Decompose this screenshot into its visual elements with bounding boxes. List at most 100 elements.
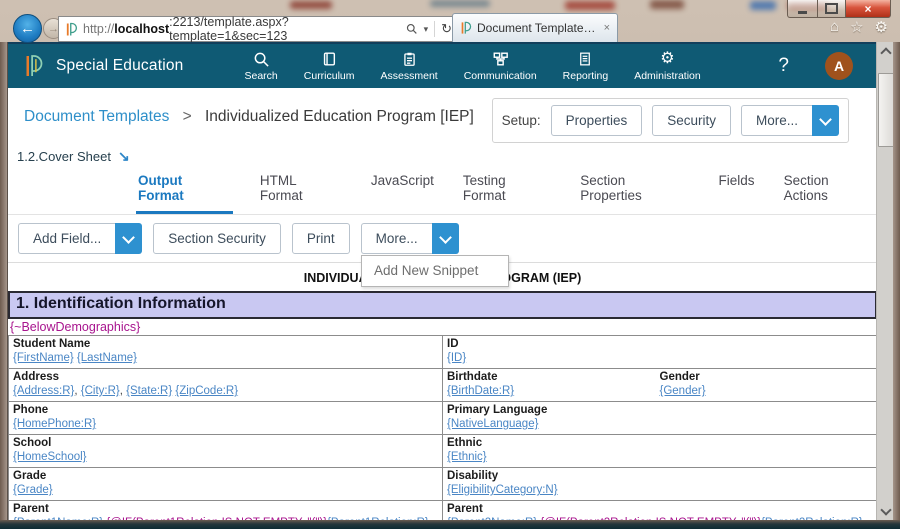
toolbar-more-button[interactable]: More... <box>361 223 459 254</box>
tab-title: Document Template Setup ... <box>477 21 599 35</box>
nav-item-assessment[interactable]: Assessment <box>372 49 447 84</box>
table-cell: Parent{Parent1Name:R} {@IF(Parent1Relati… <box>9 501 443 520</box>
tab-html-format[interactable]: HTML Format <box>258 166 344 214</box>
template-field-group: Student Name{FirstName} {LastName} <box>13 337 438 365</box>
back-button[interactable]: ← <box>13 14 42 43</box>
setup-more-label: More... <box>741 105 812 136</box>
field-link[interactable]: {NativeLanguage} <box>447 418 538 430</box>
field-link[interactable]: {FirstName} <box>13 352 74 364</box>
breadcrumb-link[interactable]: Document Templates <box>24 108 169 125</box>
address-bar[interactable]: http://localhost:2213/template.aspx?temp… <box>58 16 460 42</box>
table-row: Grade{Grade}Disability{EligibilityCatego… <box>9 468 877 501</box>
home-icon[interactable]: ⌂ <box>830 18 839 36</box>
field-link[interactable]: {BirthDate:R} <box>447 385 514 397</box>
section-name[interactable]: 1.2.Cover Sheet <box>17 149 111 164</box>
scrollbar-thumb[interactable] <box>878 73 894 147</box>
search-icon[interactable] <box>406 23 418 35</box>
breadcrumb-row: Document Templates > Individualized Educ… <box>8 88 877 143</box>
nav-item-reporting[interactable]: Reporting <box>554 49 618 84</box>
table-cell: Student Name{FirstName} {LastName} <box>9 336 443 369</box>
nav-item-curriculum[interactable]: Curriculum <box>295 49 364 84</box>
tab-javascript[interactable]: JavaScript <box>369 166 436 214</box>
cell-value: {FirstName} {LastName} <box>13 351 438 365</box>
snippet-tag[interactable]: {~BelowDemographics} <box>8 319 877 335</box>
nav-item-communication[interactable]: Communication <box>455 49 546 84</box>
tab-output-format[interactable]: Output Format <box>136 166 233 214</box>
table-cell: Disability{EligibilityCategory:N} <box>443 468 877 501</box>
template-field-group: ID{ID} <box>447 337 872 365</box>
field-link[interactable]: {City:R} <box>81 385 120 397</box>
clipboard-icon <box>402 51 417 68</box>
search-icon <box>253 51 270 68</box>
section-security-button[interactable]: Section Security <box>153 223 281 254</box>
expand-arrow-icon[interactable]: ↘ <box>118 148 130 165</box>
cell-label: Parent <box>13 502 438 516</box>
nav-item-administration[interactable]: ⚙Administration <box>625 49 710 84</box>
scroll-down-button[interactable] <box>877 503 894 520</box>
favorites-star-icon[interactable]: ☆ <box>850 18 863 36</box>
setup-more-button[interactable]: More... <box>741 105 839 136</box>
report-icon <box>578 51 592 68</box>
refresh-icon[interactable]: ↻ <box>441 21 452 37</box>
field-link[interactable]: {ID} <box>447 352 466 364</box>
field-link[interactable]: {LastName} <box>77 352 137 364</box>
tab-section-actions[interactable]: Section Actions <box>782 166 877 214</box>
chevron-down-icon[interactable] <box>812 105 839 136</box>
tab-section-properties[interactable]: Section Properties <box>578 166 691 214</box>
field-link[interactable]: {Grade} <box>13 484 53 496</box>
avatar[interactable]: A <box>825 52 853 80</box>
section-header: 1. Identification Information <box>8 291 877 319</box>
help-icon[interactable]: ? <box>778 55 789 77</box>
site-favicon <box>65 22 78 37</box>
section-selector: 1.2.Cover Sheet ↘ <box>8 143 877 165</box>
field-link[interactable]: {HomeSchool} <box>13 451 87 463</box>
tab-testing-format[interactable]: Testing Format <box>461 166 553 214</box>
search-options-caret-icon[interactable]: ▾ <box>424 24 429 35</box>
cell-value: {BirthDate:R} <box>447 384 660 398</box>
properties-button[interactable]: Properties <box>551 105 643 136</box>
cell-columns: Birthdate{BirthDate:R}Gender{Gender} <box>447 370 872 398</box>
field-link[interactable]: {EligibilityCategory:N} <box>447 484 558 496</box>
settings-gear-icon[interactable]: ⚙ <box>875 18 888 36</box>
tab-fields[interactable]: Fields <box>717 166 757 214</box>
template-field-group: Ethnic{Ethnic} <box>447 436 872 464</box>
table-row: Address{Address:R}, {City:R}, {State:R} … <box>9 369 877 402</box>
nav-item-search[interactable]: Search <box>235 49 286 84</box>
browser-action-icons: ⌂ ☆ ⚙ <box>830 18 888 36</box>
toolbar-more-label: More... <box>361 223 432 254</box>
template-field-group: Birthdate{BirthDate:R} <box>447 370 660 398</box>
field-link[interactable]: {Gender} <box>660 385 706 397</box>
tab-close-icon[interactable]: × <box>604 22 610 34</box>
add-field-button[interactable]: Add Field... <box>18 223 142 254</box>
field-link[interactable]: {State:R} <box>126 385 172 397</box>
setup-label: Setup: <box>502 113 541 128</box>
table-row: Parent{Parent1Name:R} {@IF(Parent1Relati… <box>9 501 877 520</box>
field-link[interactable]: {Ethnic} <box>447 451 487 463</box>
maximize-button[interactable] <box>818 0 846 18</box>
nav-item-label: Search <box>244 70 277 82</box>
field-link[interactable]: {ZipCode:R} <box>175 385 238 397</box>
template-field-group: School{HomeSchool} <box>13 436 438 464</box>
table-cell: Address{Address:R}, {City:R}, {State:R} … <box>9 369 443 402</box>
print-button[interactable]: Print <box>292 223 350 254</box>
chevron-down-icon[interactable] <box>432 223 459 254</box>
page-content: Special Education SearchCurriculumAssess… <box>8 42 877 520</box>
cell-label: Birthdate <box>447 370 660 384</box>
browser-tab[interactable]: Document Template Setup ... × <box>452 13 618 42</box>
cell-value: {NativeLanguage} <box>447 417 872 431</box>
minimize-icon <box>798 11 807 14</box>
cell-value: {Grade} <box>13 483 438 497</box>
security-button[interactable]: Security <box>652 105 731 136</box>
url-path: :2213/template.aspx?template=1&sec=123 <box>169 15 403 43</box>
table-cell: School{HomeSchool} <box>9 435 443 468</box>
menu-item-add-new-snippet[interactable]: Add New Snippet <box>362 256 508 286</box>
field-link[interactable]: {HomePhone:R} <box>13 418 96 430</box>
close-window-button[interactable]: × <box>846 0 891 18</box>
minimize-button[interactable] <box>787 0 818 18</box>
page-scrollbar[interactable] <box>876 42 894 520</box>
scroll-up-button[interactable] <box>877 42 894 59</box>
chevron-down-icon[interactable] <box>115 223 142 254</box>
table-cell: Grade{Grade} <box>9 468 443 501</box>
field-link[interactable]: {Address:R} <box>13 385 74 397</box>
nav-menu: Search CurriculumAssessmentCommunicationR… <box>235 49 709 84</box>
